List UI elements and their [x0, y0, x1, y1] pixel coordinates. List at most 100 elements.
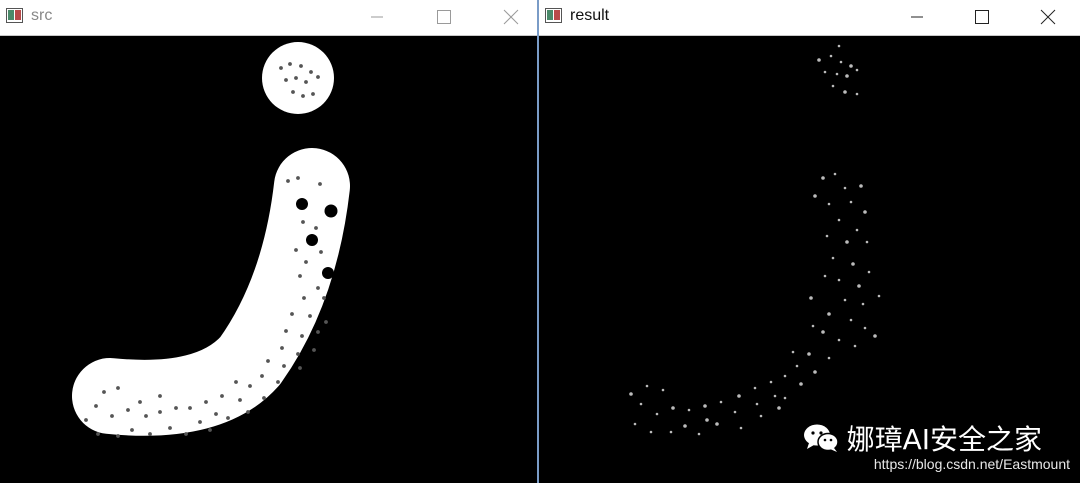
speckle	[825, 234, 829, 238]
minimize-icon	[911, 16, 923, 18]
minimize-button[interactable]	[364, 5, 390, 29]
maximize-button[interactable]	[431, 5, 457, 29]
result-titlebar[interactable]: result	[539, 0, 1080, 34]
small-hole	[290, 312, 294, 316]
speckle	[649, 430, 653, 434]
small-hole	[302, 296, 306, 300]
app-icon	[6, 8, 23, 23]
large-hole	[324, 204, 338, 218]
small-hole	[322, 296, 326, 300]
speckle	[703, 404, 707, 408]
small-hole	[238, 398, 242, 402]
speckle	[813, 194, 817, 198]
speckle	[827, 202, 831, 206]
speckle	[835, 72, 839, 76]
close-button[interactable]	[498, 5, 524, 29]
small-hole	[324, 320, 328, 324]
small-hole	[296, 352, 300, 356]
speckle	[671, 406, 675, 410]
small-hole	[94, 404, 98, 408]
small-hole	[198, 420, 202, 424]
speckle	[737, 394, 741, 398]
speckle	[833, 172, 837, 176]
small-hole	[294, 76, 298, 80]
speckle	[669, 430, 673, 434]
window-title: src	[31, 7, 53, 24]
speckle	[877, 294, 881, 298]
result-window: result	[539, 0, 1080, 483]
small-hole	[214, 412, 218, 416]
result-image	[629, 44, 881, 436]
close-button[interactable]	[1035, 5, 1061, 29]
small-hole	[308, 314, 312, 318]
speckle	[783, 396, 787, 400]
small-hole	[138, 400, 142, 404]
small-hole	[130, 428, 134, 432]
small-hole	[184, 432, 188, 436]
speckle	[655, 412, 659, 416]
watermark-url: https://blog.csdn.net/Eastmount	[873, 456, 1070, 472]
speckle	[867, 270, 871, 274]
large-hole	[296, 198, 308, 210]
speckle	[859, 184, 863, 188]
speckle	[837, 338, 841, 342]
speckle	[823, 274, 827, 278]
small-hole	[260, 374, 264, 378]
speckle	[629, 392, 633, 396]
small-hole	[158, 410, 162, 414]
speckle	[813, 370, 817, 374]
speckle	[795, 364, 799, 368]
speckle	[851, 262, 855, 266]
speckle	[849, 318, 853, 322]
small-hole	[301, 220, 305, 224]
small-hole	[116, 386, 120, 390]
speckle	[843, 90, 847, 94]
small-hole	[298, 366, 302, 370]
speckle	[817, 58, 821, 62]
small-hole	[301, 94, 305, 98]
src-window: src	[0, 0, 537, 483]
speckle	[733, 410, 737, 414]
result-image-canvas	[539, 35, 1080, 483]
maximize-icon	[975, 10, 989, 24]
speckle	[829, 54, 833, 58]
speckle	[719, 400, 723, 404]
small-hole	[220, 394, 224, 398]
small-hole	[291, 90, 295, 94]
speckle	[845, 240, 849, 244]
small-hole	[158, 394, 162, 398]
speckle	[845, 74, 849, 78]
speckle	[773, 394, 777, 398]
small-hole	[312, 348, 316, 352]
j-body-shape	[72, 148, 350, 436]
speckle	[865, 240, 869, 244]
speckle	[755, 402, 759, 406]
small-hole	[296, 176, 300, 180]
speckle	[821, 176, 825, 180]
speckle	[837, 278, 841, 282]
speckle	[855, 228, 859, 232]
small-hole	[286, 179, 290, 183]
small-hole	[309, 70, 313, 74]
maximize-button[interactable]	[969, 5, 995, 29]
small-hole	[110, 414, 114, 418]
small-hole	[282, 364, 286, 368]
small-hole	[266, 359, 270, 363]
speckle	[837, 44, 841, 48]
small-hole	[284, 78, 288, 82]
speckle	[855, 92, 859, 96]
small-hole	[126, 408, 130, 412]
small-hole	[262, 396, 266, 400]
src-titlebar[interactable]: src	[0, 0, 537, 34]
minimize-button[interactable]	[904, 5, 930, 29]
small-hole	[304, 260, 308, 264]
speckle	[799, 382, 803, 386]
src-image-canvas	[0, 35, 537, 483]
close-icon	[1040, 9, 1056, 25]
speckle	[849, 200, 853, 204]
small-hole	[319, 250, 323, 254]
speckle	[855, 68, 859, 72]
small-hole	[116, 434, 120, 438]
small-hole	[168, 426, 172, 430]
small-hole	[248, 384, 252, 388]
